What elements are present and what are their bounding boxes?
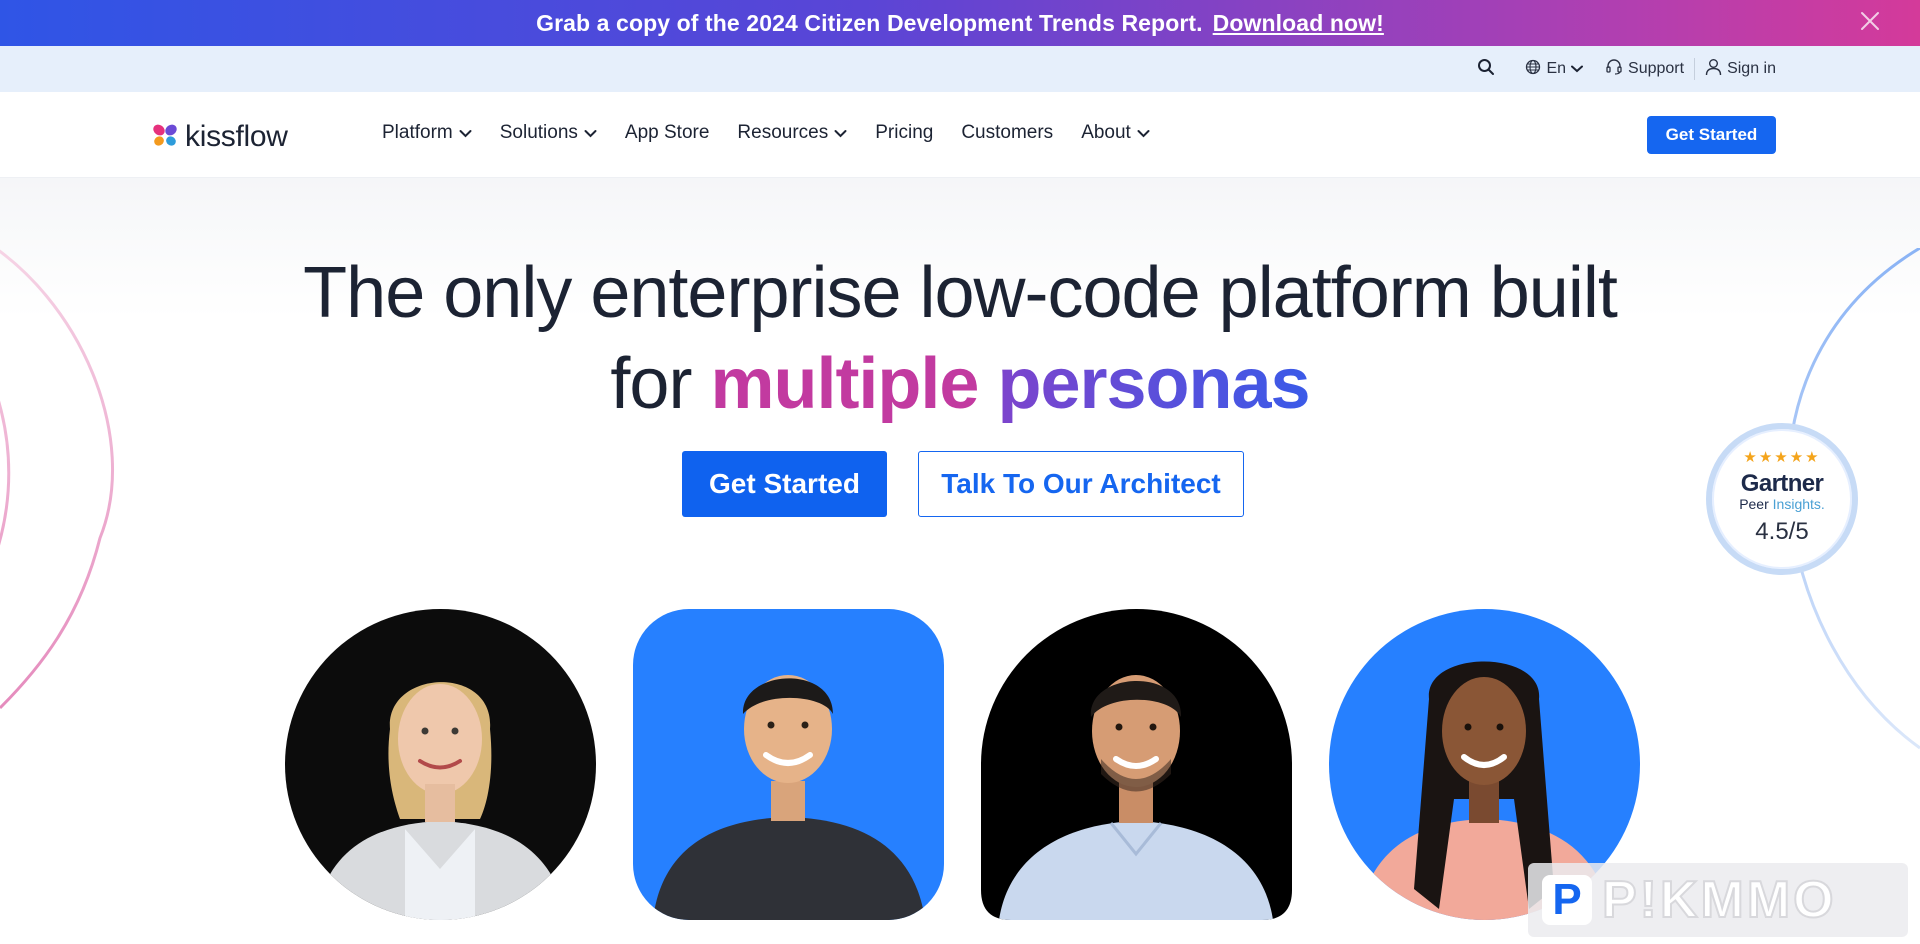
persona-image-1	[285, 609, 596, 920]
nav-item-resources[interactable]: Resources	[737, 122, 847, 144]
nav-menu: Platform Solutions App Store Resources P…	[382, 122, 1150, 144]
hero-highlight-personas: personas	[997, 344, 1310, 424]
persona-image-3	[981, 609, 1292, 920]
signin-link[interactable]: Sign in	[1705, 58, 1776, 81]
hero-highlight-multiple: multiple	[710, 344, 979, 424]
nav-item-about[interactable]: About	[1081, 122, 1150, 144]
chevron-down-icon	[1137, 129, 1150, 137]
announcement-banner: Grab a copy of the 2024 Citizen Developm…	[0, 0, 1920, 46]
watermark: P P!KMMO	[1528, 863, 1908, 937]
gartner-badge[interactable]: ★★★★★ Gartner Peer Insights. 4.5/5	[1706, 423, 1858, 575]
user-icon	[1705, 58, 1722, 81]
chevron-down-icon	[1571, 60, 1584, 78]
nav-item-app-store[interactable]: App Store	[625, 122, 710, 144]
support-label: Support	[1628, 60, 1685, 77]
language-label: En	[1546, 60, 1567, 77]
insights-text: Insights.	[1772, 496, 1825, 512]
kissflow-logo[interactable]: kissflow	[151, 120, 288, 154]
nav-item-pricing[interactable]: Pricing	[875, 122, 933, 144]
gartner-score: 4.5/5	[1755, 518, 1809, 545]
logo-wordmark: kissflow	[185, 120, 288, 153]
gartner-logo-text: Gartner	[1740, 470, 1824, 497]
nav-item-label: Platform	[382, 122, 453, 143]
announcement-text: Grab a copy of the 2024 Citizen Developm…	[536, 9, 1203, 36]
nav-item-label: Customers	[961, 122, 1054, 143]
close-icon[interactable]	[1858, 9, 1882, 33]
nav-item-label: Solutions	[499, 122, 578, 143]
support-link[interactable]: Support	[1605, 58, 1684, 81]
nav-item-label: Resources	[737, 122, 829, 143]
nav-item-label: Pricing	[875, 122, 934, 143]
nav-item-label: App Store	[624, 122, 710, 143]
hero-section: The only enterprise low-code platform bu…	[0, 178, 1920, 944]
nav-item-label: About	[1081, 122, 1131, 143]
search-icon	[1477, 58, 1495, 81]
peer-insights-text: Peer Insights.	[1739, 496, 1825, 512]
peer-text: Peer	[1739, 496, 1769, 512]
globe-icon	[1525, 59, 1541, 80]
rating-stars: ★★★★★	[1743, 449, 1821, 466]
download-now-link[interactable]: Download now!	[1213, 10, 1384, 37]
nav-item-platform[interactable]: Platform	[382, 122, 472, 144]
utility-bar: En Support Sign in	[0, 46, 1920, 92]
nav-item-solutions[interactable]: Solutions	[500, 122, 597, 144]
main-nav: kissflow Platform Solutions App Store Re…	[0, 92, 1920, 178]
watermark-logo: P	[1542, 875, 1592, 925]
language-selector[interactable]: En	[1525, 59, 1584, 80]
nav-item-customers[interactable]: Customers	[961, 122, 1053, 144]
kissflow-logo-icon	[151, 121, 179, 154]
chevron-down-icon	[834, 129, 847, 137]
headset-icon	[1605, 58, 1623, 81]
hero-headline-prefix: for	[610, 344, 692, 424]
persona-image-2	[633, 609, 944, 920]
hero-get-started-button[interactable]: Get Started	[682, 451, 887, 517]
hero-headline-line2: for multiple personas	[0, 339, 1920, 429]
talk-to-architect-button[interactable]: Talk To Our Architect	[918, 451, 1244, 517]
hero-headline-line1: The only enterprise low-code platform bu…	[303, 253, 1618, 333]
search-button[interactable]	[1477, 58, 1495, 81]
signin-label: Sign in	[1727, 60, 1776, 77]
watermark-text: P!KMMO	[1601, 870, 1837, 930]
nav-get-started-button[interactable]: Get Started	[1647, 116, 1776, 154]
chevron-down-icon	[459, 129, 472, 137]
chevron-down-icon	[584, 129, 597, 137]
utility-divider	[1694, 58, 1696, 80]
